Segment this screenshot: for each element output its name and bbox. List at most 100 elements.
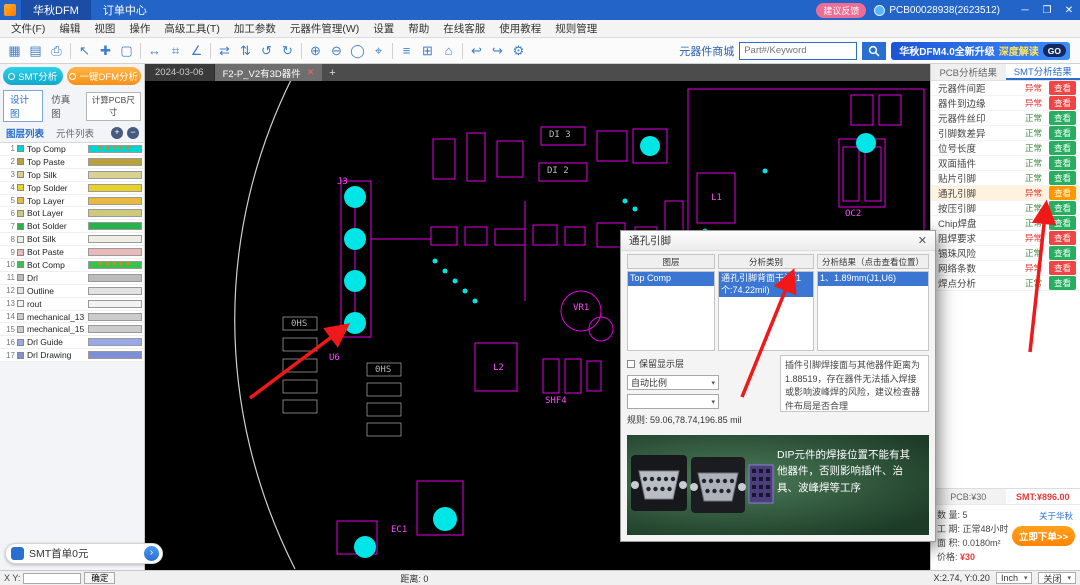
maximize-button[interactable]: ❐ <box>1036 5 1058 16</box>
view-button[interactable]: 查看 <box>1049 141 1076 155</box>
layer-row[interactable]: 12 Outline <box>0 285 144 298</box>
layer-row[interactable]: 1 Top Comp ★★★★★ <box>0 143 144 156</box>
menu-item[interactable]: 操作 <box>122 21 157 36</box>
layer-color-bar[interactable] <box>88 300 142 308</box>
layer-color-bar[interactable] <box>88 325 142 333</box>
analysis-row[interactable]: 通孔引脚 异常 查看 <box>931 186 1080 201</box>
menu-item[interactable]: 规则管理 <box>548 21 604 36</box>
layer-row[interactable]: 10 Bot Comp ★★★★★ <box>0 259 144 272</box>
category-listbox[interactable]: 通孔引脚背面干涉(1个:74.22mil) <box>718 271 814 351</box>
category-item[interactable]: 通孔引脚背面干涉(1个:74.22mil) <box>719 272 813 297</box>
menu-item[interactable]: 在线客服 <box>436 21 492 36</box>
flip-horizontal-icon[interactable]: ⇄ <box>214 41 235 61</box>
zoom-out-icon[interactable]: ⊖ <box>326 41 347 61</box>
dialog-close-icon[interactable]: ✕ <box>918 234 927 247</box>
crosshair-icon[interactable]: ⌖ <box>368 41 389 61</box>
view-button[interactable]: 查看 <box>1049 156 1076 170</box>
layer-color-chip[interactable] <box>17 145 24 152</box>
smt-promo-widget[interactable]: SMT首单0元 › <box>5 543 163 564</box>
tab-add-icon[interactable]: + <box>322 64 342 81</box>
menu-item[interactable]: 加工参数 <box>227 21 283 36</box>
layer-color-chip[interactable] <box>17 352 24 359</box>
layer-row[interactable]: 11 Drl <box>0 272 144 285</box>
angle-icon[interactable]: ∠ <box>186 41 207 61</box>
layer-color-bar[interactable] <box>88 287 142 295</box>
menu-item[interactable]: 元器件管理(W) <box>283 21 366 36</box>
open-icon[interactable]: ▤ <box>25 41 46 61</box>
layer-item[interactable]: Top Comp <box>628 272 714 286</box>
menu-item[interactable]: 视图 <box>87 21 122 36</box>
region-select-icon[interactable]: ▢ <box>116 41 137 61</box>
tab-component-list[interactable]: 元件列表 <box>56 126 94 140</box>
analysis-row[interactable]: 双面插件 正常 查看 <box>931 156 1080 171</box>
tab-layer-list[interactable]: 图层列表 <box>6 126 44 140</box>
flip-vertical-icon[interactable]: ⇅ <box>235 41 256 61</box>
layer-color-bar[interactable] <box>88 158 142 166</box>
analysis-row[interactable]: 贴片引脚 正常 查看 <box>931 171 1080 186</box>
measure-icon[interactable]: ↔ <box>144 41 165 61</box>
view-button[interactable]: 查看 <box>1049 96 1076 110</box>
view-button[interactable]: 查看 <box>1049 276 1076 290</box>
grid-icon[interactable]: ⊞ <box>417 41 438 61</box>
tab-order-center[interactable]: 订单中心 <box>91 0 159 20</box>
tab-pcb-results[interactable]: PCB分析结果 <box>931 64 1006 80</box>
parts-store-label[interactable]: 元器件商城 <box>679 43 734 59</box>
rotate-cw-icon[interactable]: ↻ <box>277 41 298 61</box>
dfm-analysis-button[interactable]: 一键DFM分析 <box>67 67 141 85</box>
layer-color-bar[interactable]: ★★★★★ <box>88 145 142 153</box>
minimize-button[interactable]: ─ <box>1014 5 1036 16</box>
analysis-row[interactable]: 阻焊要求 异常 查看 <box>931 231 1080 246</box>
layer-color-chip[interactable] <box>17 158 24 165</box>
layer-color-chip[interactable] <box>17 339 24 346</box>
layer-row[interactable]: 14 mechanical_13 <box>0 311 144 324</box>
layer-row[interactable]: 17 Drl Drawing <box>0 349 144 362</box>
home-icon[interactable]: ⌂ <box>438 41 459 61</box>
view-button[interactable]: 查看 <box>1049 216 1076 230</box>
tab-close-icon[interactable]: ✕ <box>307 67 315 78</box>
layer-color-bar[interactable] <box>88 235 142 243</box>
print-icon[interactable]: ⎙ <box>46 41 67 61</box>
tab-pcb-price[interactable]: PCB:¥30 <box>931 489 1006 504</box>
tab-app[interactable]: 华秋DFM <box>21 0 91 20</box>
collapse-icon[interactable]: − <box>127 127 139 139</box>
view-button[interactable]: 查看 <box>1049 81 1076 95</box>
pan-icon[interactable]: ✚ <box>95 41 116 61</box>
layer-color-bar[interactable] <box>88 351 142 359</box>
tab-design-view[interactable]: 设计图 <box>3 90 43 122</box>
layer-color-chip[interactable] <box>17 274 24 281</box>
view-button[interactable]: 查看 <box>1049 171 1076 185</box>
undo-icon[interactable]: ↩ <box>466 41 487 61</box>
layer-color-bar[interactable] <box>88 171 142 179</box>
layer-row[interactable]: 4 Top Solder <box>0 182 144 195</box>
analysis-row[interactable]: Chip焊盘 正常 查看 <box>931 216 1080 231</box>
layer-row[interactable]: 8 Bot Silk <box>0 233 144 246</box>
analysis-row[interactable]: 位号长度 正常 查看 <box>931 141 1080 156</box>
layer-row[interactable]: 13 rout <box>0 298 144 311</box>
keep-layer-checkbox[interactable] <box>627 360 635 368</box>
layer-color-chip[interactable] <box>17 313 24 320</box>
layer-color-chip[interactable] <box>17 171 24 178</box>
layer-color-chip[interactable] <box>17 300 24 307</box>
view-button[interactable]: 查看 <box>1049 201 1076 215</box>
analysis-row[interactable]: 焊点分析 正常 查看 <box>931 276 1080 291</box>
analysis-row[interactable]: 按压引脚 正常 查看 <box>931 201 1080 216</box>
layer-color-chip[interactable] <box>17 236 24 243</box>
layer-color-bar[interactable] <box>88 248 142 256</box>
service-icon[interactable] <box>874 5 885 16</box>
layer-color-chip[interactable] <box>17 326 24 333</box>
result-item[interactable]: 1、1.89mm(J1,U6) <box>818 272 928 286</box>
layer-color-chip[interactable] <box>17 223 24 230</box>
layer-row[interactable]: 6 Bot Layer <box>0 207 144 220</box>
scale-select[interactable]: 自动比例 ▾ <box>627 375 719 390</box>
tab-smt-price[interactable]: SMT:¥896.00 <box>1006 489 1080 504</box>
close-button[interactable]: ✕ <box>1058 5 1080 16</box>
menu-item[interactable]: 设置 <box>366 21 401 36</box>
analysis-row[interactable]: 器件到边缘 异常 查看 <box>931 96 1080 111</box>
layers-icon[interactable]: ≡ <box>396 41 417 61</box>
layer-color-chip[interactable] <box>17 184 24 191</box>
promo-expand-icon[interactable]: › <box>144 546 159 561</box>
about-huaqiu-link[interactable]: 关于华秋 <box>1039 509 1073 523</box>
rotate-ccw-icon[interactable]: ↺ <box>256 41 277 61</box>
analysis-row[interactable]: 元器件丝印 正常 查看 <box>931 111 1080 126</box>
unit-select[interactable]: Inch ▾ <box>996 572 1033 584</box>
